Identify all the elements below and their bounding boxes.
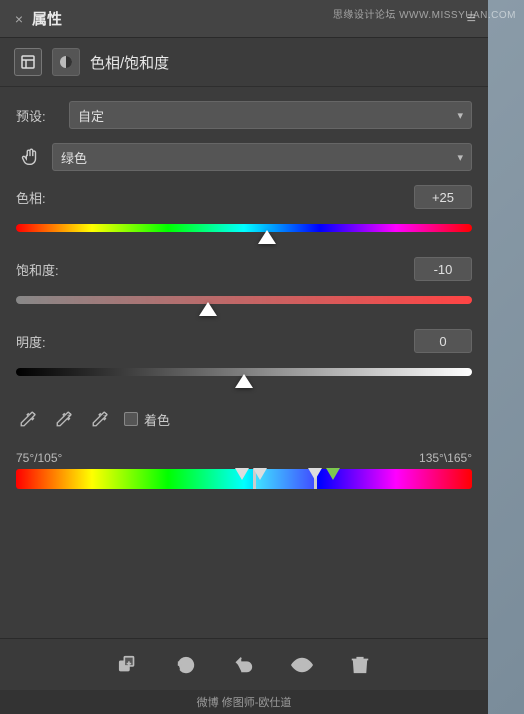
saturation-slider-section: 饱和度: -10 — [16, 257, 472, 315]
hue-slider-track — [16, 224, 472, 232]
preset-row: 预设: 自定 ▾ — [16, 101, 472, 129]
lightness-value[interactable]: 0 — [414, 329, 472, 353]
colorize-checkbox-wrap[interactable]: 着色 — [124, 410, 170, 429]
color-range-bar[interactable] — [16, 469, 472, 489]
reset-button[interactable] — [169, 648, 203, 682]
sub-header-title: 色相/饱和度 — [90, 52, 169, 73]
delete-button[interactable] — [343, 648, 377, 682]
hue-slider-section: 色相: +25 — [16, 185, 472, 243]
saturation-slider-thumb[interactable] — [199, 302, 217, 316]
preset-select[interactable]: 自定 ▾ — [69, 101, 472, 129]
lightness-slider-thumb[interactable] — [235, 374, 253, 388]
eyedropper-button[interactable] — [16, 407, 40, 431]
bottom-toolbar — [0, 638, 488, 690]
colorize-checkbox[interactable] — [124, 412, 138, 426]
panel-title: 属性 — [32, 8, 62, 29]
lightness-label: 明度: — [16, 332, 46, 351]
range-left-handle[interactable] — [235, 468, 249, 480]
range-center-right-handle[interactable] — [308, 468, 322, 480]
color-range-left-label: 75°/105° — [16, 451, 62, 465]
saturation-label: 饱和度: — [16, 260, 59, 279]
hand-icon — [16, 143, 44, 171]
preset-label: 预设: — [16, 106, 61, 125]
hue-slider-track-wrap[interactable] — [16, 213, 472, 243]
layer-icon-button[interactable] — [14, 48, 42, 76]
circle-icon-button[interactable] — [52, 48, 80, 76]
lightness-slider-section: 明度: 0 — [16, 329, 472, 387]
lightness-slider-track-wrap[interactable] — [16, 357, 472, 387]
add-layer-button[interactable] — [111, 648, 145, 682]
color-range-labels: 75°/105° 135°\165° — [16, 451, 472, 465]
eyedropper-add-button[interactable]: + — [52, 407, 76, 431]
visibility-button[interactable] — [285, 648, 319, 682]
svg-text:+: + — [67, 413, 71, 420]
saturation-slider-track — [16, 296, 472, 304]
undo-button[interactable] — [227, 648, 261, 682]
hue-slider-thumb[interactable] — [258, 230, 276, 244]
eyedropper-subtract-button[interactable]: − — [88, 407, 112, 431]
channel-select[interactable]: 绿色 ▾ — [52, 143, 472, 171]
color-range-section: 75°/105° 135°\165° — [16, 451, 472, 489]
preset-value: 自定 — [78, 106, 104, 125]
sub-header: 色相/饱和度 — [0, 38, 488, 87]
preset-arrow: ▾ — [457, 109, 463, 122]
panel: × 属性 ≡ 色相/饱和度 预设: 自定 — [0, 0, 488, 714]
channel-value: 绿色 — [61, 148, 87, 167]
bottom-watermark: 微博 修图师-欧仕道 — [0, 690, 488, 714]
colorize-label: 着色 — [144, 410, 170, 429]
color-range-right-label: 135°\165° — [419, 451, 472, 465]
range-right-handle[interactable] — [326, 468, 340, 480]
saturation-slider-track-wrap[interactable] — [16, 285, 472, 315]
hue-value[interactable]: +25 — [414, 185, 472, 209]
tools-row: + − 着色 — [16, 401, 472, 437]
svg-text:−: − — [103, 413, 107, 420]
watermark: 思缘设计论坛 WWW.MISSYUAN.COM — [333, 6, 516, 21]
close-button[interactable]: × — [12, 12, 26, 26]
channel-arrow: ▾ — [457, 151, 463, 164]
content-area: 预设: 自定 ▾ 绿色 ▾ 色相: +25 — [0, 87, 488, 638]
hue-label: 色相: — [16, 188, 46, 207]
saturation-value[interactable]: -10 — [414, 257, 472, 281]
range-center-left-handle[interactable] — [253, 468, 267, 480]
channel-row: 绿色 ▾ — [16, 143, 472, 171]
